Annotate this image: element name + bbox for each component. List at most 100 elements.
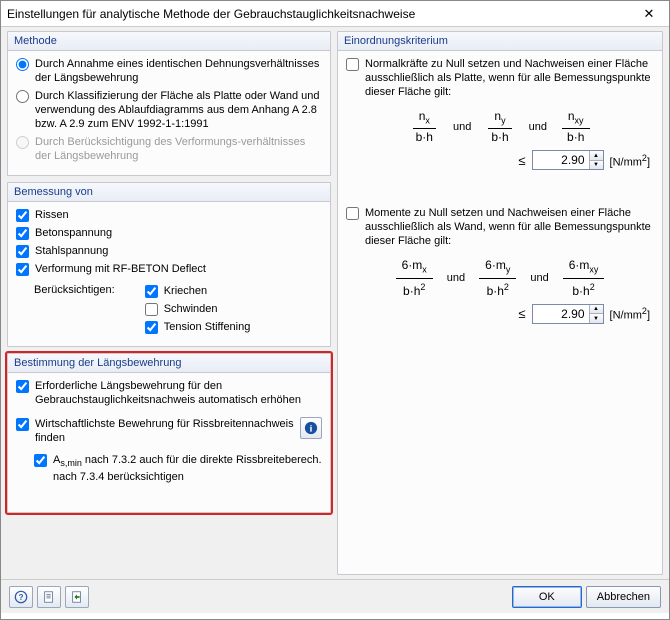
check-plate-label: Normalkräfte zu Null setzen und Nachweis… xyxy=(365,57,654,99)
check-economic-row: Wirtschaftlichste Bewehrung für Rissbrei… xyxy=(16,417,322,445)
check-betonspannung[interactable]: Betonspannung xyxy=(16,226,322,240)
spinner-arrows2[interactable]: ▲▼ xyxy=(589,305,603,323)
plate-limit-input[interactable] xyxy=(533,151,589,169)
method-opt2[interactable]: Durch Klassifizierung der Fläche als Pla… xyxy=(16,89,322,131)
group-design: Bemessung von Rissen Betonspannung Stahl… xyxy=(7,182,331,347)
group-longreinf: Bestimmung der Längsbewehrung Erforderli… xyxy=(7,353,331,513)
ok-button[interactable]: OK xyxy=(512,586,582,608)
check-kriechen-input[interactable] xyxy=(145,285,158,298)
check-kriechen-label: Kriechen xyxy=(164,284,207,298)
wall-unit: [N/mm2] xyxy=(610,306,650,322)
help-button[interactable]: ? xyxy=(9,586,33,608)
beruecksichtigen-label: Berücksichtigen: xyxy=(34,284,115,338)
help-icon: ? xyxy=(14,590,28,604)
group-method: Methode Durch Annahme eines identischen … xyxy=(7,31,331,176)
check-rissen-label: Rissen xyxy=(35,208,69,222)
page-icon xyxy=(42,590,56,604)
titlebar: Einstellungen für analytische Methode de… xyxy=(1,1,669,27)
left-column: Methode Durch Annahme eines identischen … xyxy=(7,31,331,575)
check-plate[interactable]: Normalkräfte zu Null setzen und Nachweis… xyxy=(346,57,654,99)
check-auto-increase-label: Erforderliche Längsbewehrung für den Geb… xyxy=(35,379,322,407)
check-rissen[interactable]: Rissen xyxy=(16,208,322,222)
info-icon: i xyxy=(304,421,318,435)
spin-down-icon[interactable]: ▼ xyxy=(590,314,603,323)
check-betonspannung-label: Betonspannung xyxy=(35,226,112,240)
method-opt2-label: Durch Klassifizierung der Fläche als Pla… xyxy=(35,89,322,131)
group-longreinf-title: Bestimmung der Längsbewehrung xyxy=(8,354,330,373)
group-design-title: Bemessung von xyxy=(8,183,330,202)
cancel-button[interactable]: Abbrechen xyxy=(586,586,661,608)
check-wall-label: Momente zu Null setzen und Nachweisen ei… xyxy=(365,206,654,248)
check-rissen-input[interactable] xyxy=(16,209,29,222)
leq-icon2: ≤ xyxy=(518,306,525,321)
content-area: Methode Durch Annahme eines identischen … xyxy=(1,27,669,579)
right-column: Einordnungskriterium Normalkräfte zu Nul… xyxy=(337,31,663,575)
info-button[interactable]: i xyxy=(300,417,322,439)
spin-down-icon[interactable]: ▼ xyxy=(590,161,603,170)
frac-mx: 6·mxb·h2 xyxy=(396,258,433,297)
check-asmin-label: As,min nach 7.3.2 auch für die direkte R… xyxy=(53,453,322,484)
page-arrow-icon xyxy=(70,590,84,604)
check-betonspannung-input[interactable] xyxy=(16,227,29,240)
svg-text:?: ? xyxy=(19,593,24,602)
check-tension-input[interactable] xyxy=(145,321,158,334)
method-opt1-radio[interactable] xyxy=(16,58,29,71)
group-criteria: Einordnungskriterium Normalkräfte zu Nul… xyxy=(337,31,663,575)
und2: und xyxy=(529,121,547,133)
bottombar: ? OK Abbrechen xyxy=(1,579,669,613)
set-default-button[interactable] xyxy=(65,586,89,608)
method-opt3-label: Durch Berücksichtigung des Verformungs-v… xyxy=(35,135,322,163)
frac-nx: nxb·h xyxy=(410,109,439,144)
check-plate-input[interactable] xyxy=(346,58,359,71)
close-button[interactable]: ✕ xyxy=(635,4,663,24)
window-title: Einstellungen für analytische Methode de… xyxy=(7,7,635,21)
check-wall-input[interactable] xyxy=(346,207,359,220)
check-tension[interactable]: Tension Stiffening xyxy=(145,320,251,334)
check-tension-label: Tension Stiffening xyxy=(164,320,251,334)
check-kriechen[interactable]: Kriechen xyxy=(145,284,251,298)
criteria-plate: Normalkräfte zu Null setzen und Nachweis… xyxy=(346,57,654,170)
spin-up-icon[interactable]: ▲ xyxy=(590,305,603,315)
check-schwinden-input[interactable] xyxy=(145,303,158,316)
plate-formula: nxb·h und nyb·h und nxyb·h xyxy=(346,109,654,144)
leq-icon: ≤ xyxy=(518,153,525,168)
check-auto-increase[interactable]: Erforderliche Längsbewehrung für den Geb… xyxy=(16,379,322,407)
svg-text:i: i xyxy=(310,424,313,435)
method-opt1-label: Durch Annahme eines identischen Dehnungs… xyxy=(35,57,322,85)
check-asmin[interactable]: As,min nach 7.3.2 auch für die direkte R… xyxy=(34,453,322,484)
check-auto-increase-input[interactable] xyxy=(16,380,29,393)
check-schwinden[interactable]: Schwinden xyxy=(145,302,251,316)
frac-my: 6·myb·h2 xyxy=(479,258,516,297)
method-opt2-radio[interactable] xyxy=(16,90,29,103)
check-verformung[interactable]: Verformung mit RF-BETON Deflect xyxy=(16,262,322,276)
spinner-arrows[interactable]: ▲▼ xyxy=(589,151,603,169)
check-economic-input[interactable] xyxy=(16,418,29,431)
check-schwinden-label: Schwinden xyxy=(164,302,218,316)
check-stahlspannung[interactable]: Stahlspannung xyxy=(16,244,322,258)
criteria-wall: Momente zu Null setzen und Nachweisen ei… xyxy=(346,206,654,323)
check-economic-label: Wirtschaftlichste Bewehrung für Rissbrei… xyxy=(35,417,294,445)
plate-limit-row: ≤ ▲▼ [N/mm2] xyxy=(346,150,654,170)
plate-unit: [N/mm2] xyxy=(610,153,650,169)
wall-limit-input[interactable] xyxy=(533,305,589,323)
und1: und xyxy=(453,121,471,133)
wall-limit-row: ≤ ▲▼ [N/mm2] xyxy=(346,304,654,324)
und3: und xyxy=(447,272,465,284)
check-wall[interactable]: Momente zu Null setzen und Nachweisen ei… xyxy=(346,206,654,248)
method-opt3: Durch Berücksichtigung des Verformungs-v… xyxy=(16,135,322,163)
check-verformung-input[interactable] xyxy=(16,263,29,276)
check-stahlspannung-label: Stahlspannung xyxy=(35,244,108,258)
check-stahlspannung-input[interactable] xyxy=(16,245,29,258)
check-verformung-label: Verformung mit RF-BETON Deflect xyxy=(35,262,206,276)
frac-nxy: nxyb·h xyxy=(561,109,590,144)
check-asmin-input[interactable] xyxy=(34,454,47,467)
plate-limit-spinner[interactable]: ▲▼ xyxy=(532,150,604,170)
group-method-title: Methode xyxy=(8,32,330,51)
method-opt1[interactable]: Durch Annahme eines identischen Dehnungs… xyxy=(16,57,322,85)
spin-up-icon[interactable]: ▲ xyxy=(590,151,603,161)
wall-formula: 6·mxb·h2 und 6·myb·h2 und 6·mxyb·h2 xyxy=(346,258,654,297)
und4: und xyxy=(530,272,548,284)
default-button[interactable] xyxy=(37,586,61,608)
group-criteria-title: Einordnungskriterium xyxy=(338,32,662,51)
wall-limit-spinner[interactable]: ▲▼ xyxy=(532,304,604,324)
